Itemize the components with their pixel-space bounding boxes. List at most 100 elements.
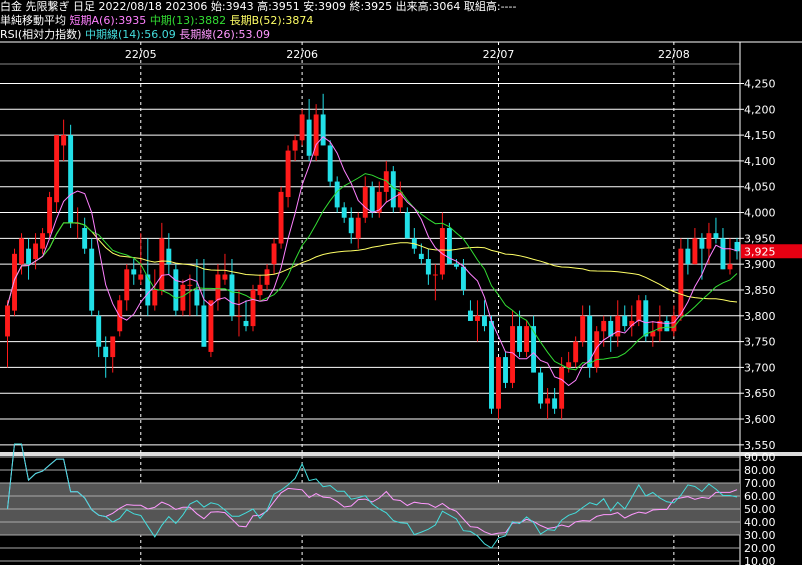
candle-body — [257, 284, 263, 296]
candle-body — [131, 269, 137, 275]
candle-body — [720, 238, 726, 270]
candle-body — [503, 357, 508, 383]
candle-body — [201, 305, 207, 347]
price-tick-label: 4,050 — [744, 181, 776, 194]
candle-body — [40, 233, 46, 249]
candle-body — [699, 238, 705, 249]
candle-body — [671, 315, 677, 332]
candle-body — [559, 367, 565, 409]
candle-body — [489, 320, 494, 409]
candle-body — [33, 243, 39, 259]
candle-body — [643, 300, 649, 337]
candle-body — [138, 274, 144, 280]
candle-body — [12, 253, 17, 311]
candle-body — [306, 119, 312, 156]
rsi-tick-label: 90.00 — [744, 451, 776, 464]
candle-body — [194, 289, 200, 306]
price-tick-label: 3,850 — [744, 284, 776, 297]
candle-body — [432, 274, 438, 276]
price-tick-label: 3,900 — [744, 258, 776, 271]
price-tick-label: 4,150 — [744, 129, 776, 142]
candle-body — [552, 398, 558, 409]
candle-body — [229, 274, 235, 316]
candle-body — [475, 315, 480, 321]
date-tick-label: 22/08 — [658, 48, 690, 61]
candle-body — [243, 320, 249, 327]
candle-body — [292, 140, 298, 151]
rsi-tick-label: 80.00 — [744, 464, 776, 477]
price-tick-label: 4,200 — [744, 103, 776, 116]
candle-body — [61, 135, 67, 146]
candle-body — [355, 217, 361, 239]
candle-body — [208, 300, 214, 352]
candle-body — [467, 310, 473, 321]
price-tick-label: 4,100 — [744, 155, 776, 168]
candle-body — [678, 248, 684, 316]
date-tick-label: 22/07 — [483, 48, 515, 61]
candle-body — [545, 398, 551, 404]
candle-body — [390, 171, 396, 208]
candle-body — [54, 135, 60, 203]
price-tick-label: 4,000 — [744, 207, 776, 220]
candle-body — [622, 315, 628, 327]
candle-body — [320, 114, 326, 146]
rsi-tick-label: 30.00 — [744, 529, 776, 542]
candle-body — [285, 150, 291, 198]
candle-body — [706, 233, 712, 249]
candle-body — [573, 341, 579, 363]
price-tick-label: 3,550 — [744, 439, 776, 452]
candle-body — [685, 248, 691, 265]
candle-body — [453, 264, 459, 267]
candle-body — [187, 284, 193, 286]
candle-body — [19, 238, 24, 265]
candle-body — [159, 238, 165, 290]
candle-body — [215, 274, 221, 301]
candle-body — [299, 114, 305, 141]
rsi-tick-label: 60.00 — [744, 490, 776, 503]
candle-body — [222, 274, 228, 280]
candle-body — [124, 269, 130, 301]
candle-body — [601, 320, 607, 332]
candle-body — [103, 346, 109, 358]
candle-body — [96, 315, 102, 347]
candle-body — [327, 145, 333, 182]
candle-body — [692, 238, 698, 265]
candle-body — [496, 357, 501, 409]
candle-body — [383, 171, 389, 192]
candle-body — [517, 326, 522, 352]
candle-body — [482, 315, 487, 327]
candle-body — [341, 207, 347, 218]
price-tick-label: 3,650 — [744, 387, 776, 400]
candle-body — [594, 331, 600, 368]
candle-body — [145, 274, 151, 306]
candle-body — [531, 326, 537, 373]
rsi-tick-label: 40.00 — [744, 516, 776, 529]
price-tick-label: 3,700 — [744, 361, 776, 374]
price-tick-label: 3,800 — [744, 310, 776, 323]
candle-body — [369, 186, 375, 213]
rsi-tick-label: 10.00 — [744, 555, 776, 565]
candle-body — [362, 186, 368, 218]
candle-body — [348, 217, 354, 234]
candle-body — [615, 315, 621, 337]
candle-body — [580, 315, 586, 342]
candle-body — [664, 320, 670, 332]
candle-body — [173, 269, 179, 311]
price-chart[interactable]: 3,550 3,600 3,650 3,700 3,750 3,800 3,850 3,900… — [0, 0, 802, 565]
candle-body — [5, 305, 10, 337]
rsi-tick-label: 20.00 — [744, 542, 776, 555]
candle-body — [180, 284, 186, 311]
price-tick-label: 4,250 — [744, 77, 776, 90]
candle-body — [264, 269, 270, 285]
rsi-tick-label: 50.00 — [744, 503, 776, 516]
current-price-label: 3,925 — [744, 245, 776, 258]
candle-body — [538, 372, 544, 404]
price-tick-label: 3,600 — [744, 413, 776, 426]
rsi-tick-label: 70.00 — [744, 477, 776, 490]
candle-body — [152, 289, 158, 306]
price-tick-label: 3,950 — [744, 232, 776, 245]
candle-body — [47, 197, 53, 234]
candle-body — [89, 248, 95, 311]
candle-body — [236, 315, 242, 317]
candle-body — [566, 362, 572, 368]
